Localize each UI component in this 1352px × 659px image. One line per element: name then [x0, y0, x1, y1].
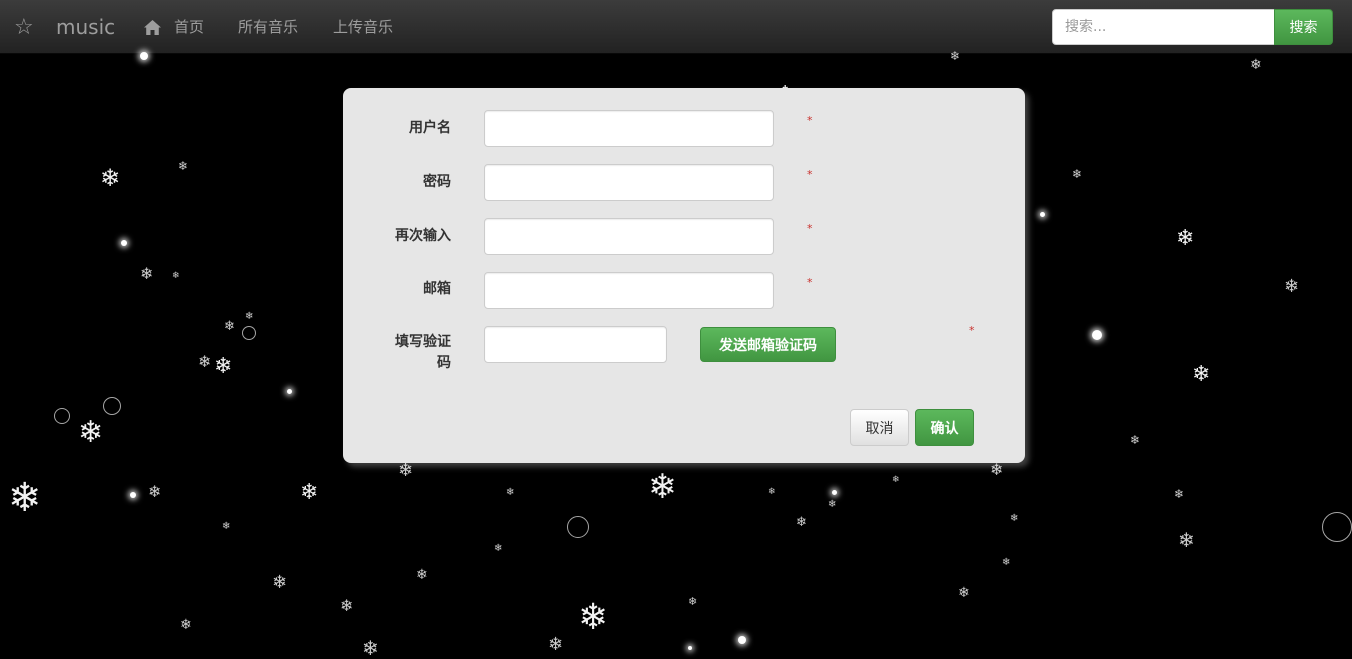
snowflake-icon: ❄	[648, 467, 677, 507]
snowflake-icon: ❄	[796, 515, 807, 530]
nav-upload-music[interactable]: 上传音乐	[333, 16, 393, 38]
snowflake-icon: ❄	[578, 597, 609, 638]
snowflake-icon: ❄	[1130, 433, 1141, 447]
confirm-button[interactable]: 确认	[915, 409, 974, 446]
snowflake-icon: ❄	[1072, 167, 1083, 181]
snowflake-icon: ❄	[548, 634, 564, 655]
search-input[interactable]	[1052, 9, 1275, 45]
snow-dot	[688, 646, 692, 650]
star-icon: ☆	[14, 14, 34, 40]
username-label: 用户名	[409, 120, 451, 136]
snowflake-icon: ❄	[245, 311, 254, 322]
snowflake-icon: ❄	[1174, 487, 1185, 501]
snow-dot	[121, 240, 127, 246]
snowflake-icon: ❄	[272, 572, 288, 593]
username-input[interactable]	[484, 110, 774, 147]
snowflake-icon: ❄	[100, 164, 121, 192]
snowflake-icon: ❄	[180, 617, 192, 633]
snowflake-icon: ❄	[78, 415, 104, 450]
email-required-mark: *	[807, 276, 813, 289]
snowflake-icon: ❄	[362, 636, 379, 659]
bubble-ring	[1322, 512, 1352, 542]
snowflake-icon: ❄	[214, 354, 233, 379]
snowflake-icon: ❄	[224, 319, 235, 334]
confirm-password-label: 再次输入	[395, 228, 451, 244]
brand[interactable]: ☆ music	[14, 12, 115, 42]
confirm-password-required-mark: *	[807, 222, 813, 235]
snowflake-icon: ❄	[140, 264, 154, 283]
snow-dot	[130, 492, 136, 498]
nav-all-music[interactable]: 所有音乐	[238, 16, 298, 38]
snowflake-icon: ❄	[688, 595, 698, 608]
search-button[interactable]: 搜索	[1274, 9, 1333, 45]
snowflake-icon: ❄	[1178, 528, 1195, 552]
snowflake-icon: ❄	[958, 585, 970, 601]
snowflake-icon: ❄	[1002, 557, 1011, 568]
email-input[interactable]	[484, 272, 774, 309]
snowflake-icon: ❄	[1176, 226, 1195, 251]
snowflake-icon: ❄	[494, 543, 503, 554]
snowflake-icon: ❄	[198, 352, 212, 371]
nav-all-music-label: 所有音乐	[238, 18, 299, 36]
captcha-label: 填写验证码	[395, 334, 451, 371]
snowflake-icon: ❄	[8, 475, 42, 521]
snowflake-icon: ❄	[340, 596, 354, 615]
nav-home[interactable]: 首页	[144, 16, 204, 38]
snowflake-icon: ❄	[1010, 513, 1019, 524]
nav-home-label: 首页	[174, 18, 205, 36]
snowflake-icon: ❄	[768, 487, 776, 497]
snowflake-icon: ❄	[506, 487, 515, 498]
bubble-ring	[103, 397, 121, 415]
snowflake-icon: ❄	[1284, 276, 1300, 297]
snowflake-icon: ❄	[222, 521, 231, 532]
cancel-button[interactable]: 取消	[850, 409, 909, 446]
snowflake-icon: ❄	[990, 460, 1004, 479]
username-required-mark: *	[807, 114, 813, 127]
snowflake-icon: ❄	[416, 567, 428, 583]
snowflake-icon: ❄	[1250, 57, 1262, 73]
register-form: 用户名 * 密码 * 再次输入 * 邮箱 * 填写验证码 发送邮箱验证码 * 取…	[343, 88, 1025, 463]
navbar: ☆ music 首页 所有音乐 上传音乐 搜索	[0, 0, 1352, 54]
nav-upload-music-label: 上传音乐	[333, 18, 394, 36]
snow-dot	[287, 389, 292, 394]
snowflake-icon: ❄	[1192, 362, 1211, 387]
captcha-input[interactable]	[484, 326, 667, 363]
snowflake-icon: ❄	[300, 480, 319, 505]
password-required-mark: *	[807, 168, 813, 181]
snow-dot	[1092, 330, 1102, 340]
home-icon	[144, 19, 161, 35]
snow-dot	[832, 490, 837, 495]
snow-dot	[1040, 212, 1045, 217]
snowflake-icon: ❄	[398, 460, 414, 481]
brand-text: music	[56, 15, 116, 39]
snow-dot	[738, 636, 746, 644]
snowflake-icon: ❄	[148, 482, 162, 501]
confirm-password-input[interactable]	[484, 218, 774, 255]
snowflake-icon: ❄	[178, 159, 189, 173]
password-label: 密码	[423, 174, 451, 190]
bubble-ring	[567, 516, 589, 538]
bubble-ring	[242, 326, 256, 340]
email-label: 邮箱	[423, 281, 451, 297]
captcha-required-mark: *	[969, 324, 975, 337]
send-email-code-button[interactable]: 发送邮箱验证码	[700, 327, 836, 362]
snowflake-icon: ❄	[828, 499, 837, 510]
snowflake-icon: ❄	[892, 475, 900, 485]
snowflake-icon: ❄	[172, 271, 180, 281]
password-input[interactable]	[484, 164, 774, 201]
bubble-ring	[54, 408, 70, 424]
